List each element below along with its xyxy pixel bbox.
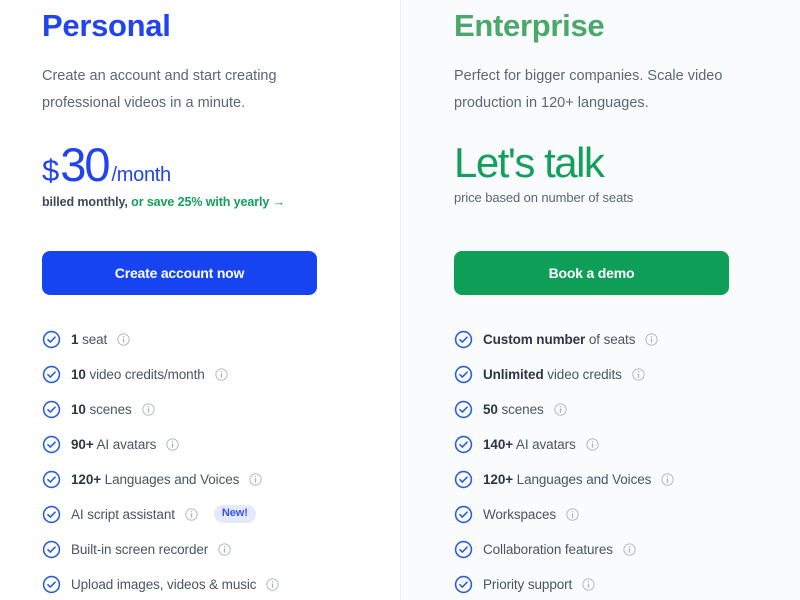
feature-label: 1 seat: [71, 331, 108, 347]
feature-label-emphasis: 120+: [71, 471, 102, 487]
info-icon[interactable]: [554, 403, 567, 416]
info-icon[interactable]: [645, 333, 658, 346]
info-icon[interactable]: [582, 578, 595, 591]
plan-description-enterprise: Perfect for bigger companies. Scale vide…: [454, 68, 723, 111]
info-icon[interactable]: [166, 438, 179, 451]
info-icon[interactable]: [142, 403, 155, 416]
feature-label: Priority support: [483, 576, 573, 592]
feature-item: 10 video credits/month: [42, 357, 370, 392]
price-block-personal: $ 30 /month billed monthly, or save 25% …: [42, 141, 370, 223]
info-icon[interactable]: [623, 543, 636, 556]
price-currency-symbol: $: [42, 152, 59, 188]
feature-label-emphasis: 120+: [483, 471, 514, 487]
check-circle-icon: [42, 505, 61, 524]
create-account-button[interactable]: Create account now: [42, 250, 317, 295]
feature-label-emphasis: 50: [483, 401, 498, 417]
check-circle-icon: [454, 330, 473, 349]
feature-item: Built-in screen recorder: [42, 532, 370, 567]
check-circle-icon: [42, 540, 61, 559]
feature-label: Unlimited video credits: [483, 366, 622, 382]
info-icon[interactable]: [266, 578, 280, 591]
feature-label: Built-in screen recorder: [71, 541, 209, 557]
pricing-plans-grid: Personal Create an account and start cre…: [0, 0, 800, 600]
feature-label-emphasis: 140+: [483, 436, 514, 452]
feature-label-emphasis: Unlimited: [483, 366, 544, 382]
feature-label-emphasis: Custom number: [483, 331, 586, 347]
plan-card-enterprise: Enterprise Perfect for bigger companies.…: [400, 0, 800, 600]
info-icon[interactable]: [215, 368, 228, 381]
check-circle-icon: [42, 470, 61, 489]
info-icon[interactable]: [566, 508, 579, 521]
price-amount: 30: [60, 137, 110, 191]
feature-item: Priority support: [454, 567, 770, 600]
feature-label: AI script assistant: [71, 506, 175, 522]
check-circle-icon: [42, 575, 61, 594]
feature-item: 1 seat: [42, 322, 370, 357]
check-circle-icon: [454, 365, 473, 384]
feature-item: 90+ AI avatars: [42, 427, 370, 462]
feature-label: 140+ AI avatars: [483, 436, 576, 452]
feature-item: 50 scenes: [454, 392, 770, 427]
plan-card-personal: Personal Create an account and start cre…: [0, 0, 400, 600]
book-demo-button[interactable]: Book a demo: [454, 250, 729, 295]
feature-label-emphasis: 10: [71, 366, 86, 382]
yearly-savings-link[interactable]: or save 25% with yearly →: [131, 195, 285, 209]
new-badge: New!: [213, 505, 256, 524]
info-icon[interactable]: [185, 508, 198, 521]
info-icon[interactable]: [586, 438, 599, 451]
feature-item: 120+ Languages and Voices: [42, 462, 370, 497]
check-circle-icon: [454, 505, 473, 524]
feature-label: 120+ Languages and Voices: [483, 471, 652, 487]
info-icon[interactable]: [632, 368, 645, 381]
check-circle-icon: [42, 435, 61, 454]
price-row-personal: $ 30 /month: [42, 141, 370, 189]
info-icon[interactable]: [661, 473, 674, 486]
billing-note-prefix: billed monthly,: [42, 194, 128, 209]
feature-item: 140+ AI avatars: [454, 427, 770, 462]
check-circle-icon: [42, 365, 61, 384]
feature-label-emphasis: 10: [71, 401, 86, 417]
check-circle-icon: [454, 470, 473, 489]
feature-label: 10 video credits/month: [71, 366, 205, 382]
info-icon[interactable]: [218, 543, 231, 556]
price-headline-enterprise: Let's talk: [454, 138, 605, 186]
feature-label: 120+ Languages and Voices: [71, 471, 240, 487]
plan-description-personal: Create an account and start creating pro…: [42, 68, 277, 111]
price-block-enterprise: Let's talk price based on number of seat…: [454, 138, 770, 223]
check-circle-icon: [454, 575, 473, 594]
feature-label: 10 scenes: [71, 401, 132, 417]
feature-item: 120+ Languages and Voices: [454, 462, 770, 497]
check-circle-icon: [454, 435, 473, 454]
price-note-enterprise: price based on number of seats: [454, 189, 634, 205]
feature-label-emphasis: 1: [71, 331, 79, 347]
feature-list-personal: 1 seat 10 video credits/month 10 scenes 90+…: [42, 322, 370, 600]
info-icon[interactable]: [117, 333, 130, 346]
check-circle-icon: [454, 400, 473, 419]
feature-item: Unlimited video credits: [454, 357, 770, 392]
check-circle-icon: [454, 540, 473, 559]
info-icon[interactable]: [249, 473, 262, 486]
price-period: /month: [111, 163, 172, 186]
feature-item: Workspaces: [454, 497, 770, 532]
feature-item: Custom number of seats: [454, 322, 770, 357]
feature-item: Upload images, videos & music: [42, 567, 370, 600]
feature-label-emphasis: 90+: [71, 436, 94, 452]
feature-item: Collaboration features: [454, 532, 770, 567]
billing-note: billed monthly, or save 25% with yearly …: [42, 195, 370, 209]
feature-label: Collaboration features: [483, 541, 613, 557]
feature-list-enterprise: Custom number of seats Unlimited video cr…: [454, 322, 770, 600]
feature-label: Custom number of seats: [483, 331, 636, 347]
plan-title-personal: Personal: [42, 8, 171, 43]
feature-label: Upload images, videos & music: [71, 576, 257, 592]
feature-item: 10 scenes: [42, 392, 370, 427]
feature-label: Workspaces: [483, 506, 557, 522]
plan-title-enterprise: Enterprise: [454, 8, 605, 43]
check-circle-icon: [42, 400, 61, 419]
feature-item: AI script assistant New!: [42, 497, 370, 532]
check-circle-icon: [42, 330, 61, 349]
feature-label: 50 scenes: [483, 401, 544, 417]
feature-label: 90+ AI avatars: [71, 436, 157, 452]
